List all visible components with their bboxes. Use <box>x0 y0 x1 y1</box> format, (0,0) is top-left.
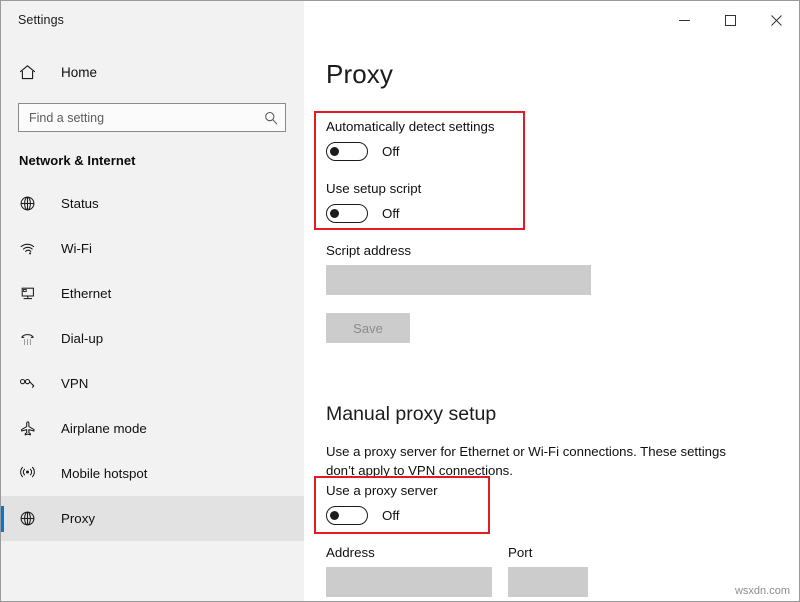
use-proxy-state: Off <box>382 508 400 523</box>
watermark: wsxdn.com <box>734 585 790 597</box>
ethernet-icon <box>19 285 41 302</box>
page-title: Proxy <box>326 59 393 89</box>
manual-proxy-section: Manual proxy setup Use a proxy server fo… <box>326 369 756 493</box>
setup-script-toggle-row: Off <box>326 204 421 223</box>
dialup-icon <box>19 330 41 347</box>
content-panel: Proxy Automatically detect settings Off … <box>304 39 799 601</box>
home-label: Home <box>61 64 98 80</box>
sidebar-item-airplane-mode[interactable]: Airplane mode <box>1 406 304 451</box>
search-icon[interactable] <box>264 111 278 125</box>
window-controls <box>304 1 799 39</box>
use-proxy-toggle[interactable] <box>326 506 368 525</box>
manual-proxy-heading: Manual proxy setup <box>326 403 497 425</box>
search-input[interactable] <box>29 110 264 125</box>
address-input[interactable] <box>326 567 492 597</box>
sidebar-nav-list: Status Wi-Fi Ethernet Dial-up VPN Airpla… <box>1 181 304 541</box>
auto-detect-label: Automatically detect settings <box>326 119 495 134</box>
settings-window: Settings Home Find a setting Network & I… <box>0 0 800 602</box>
toggle-knob <box>330 147 339 156</box>
script-address-input[interactable] <box>326 265 591 295</box>
port-label: Port <box>508 545 533 560</box>
auto-detect-toggle-row: Off <box>326 142 495 161</box>
port-group: Port <box>508 545 588 597</box>
sidebar-section-heading: Network & Internet <box>19 153 136 168</box>
search-box[interactable] <box>18 103 286 132</box>
sidebar-item-label: Status <box>61 196 99 211</box>
sidebar-item-label: Wi-Fi <box>61 241 93 256</box>
sidebar-item-label: Mobile hotspot <box>61 466 148 481</box>
sidebar-item-status[interactable]: Status <box>1 181 304 226</box>
save-button[interactable]: Save <box>326 313 410 343</box>
manual-proxy-description: Use a proxy server for Ethernet or Wi-Fi… <box>326 444 726 479</box>
sidebar-item-proxy[interactable]: Proxy <box>1 496 304 541</box>
sidebar: Home Network & Internet <box>1 39 304 601</box>
auto-detect-toggle[interactable] <box>326 142 368 161</box>
title-bar: Settings <box>1 1 799 39</box>
sidebar-item-dialup[interactable]: Dial-up <box>1 316 304 361</box>
sidebar-item-vpn[interactable]: VPN <box>1 361 304 406</box>
use-proxy-setting: Use a proxy server Off <box>326 483 438 525</box>
globe-status-icon <box>19 195 41 212</box>
setup-script-state: Off <box>382 206 400 221</box>
use-proxy-toggle-row: Off <box>326 506 438 525</box>
toggle-knob <box>330 511 339 520</box>
script-address-label: Script address <box>326 243 411 258</box>
wifi-icon <box>19 240 41 257</box>
home-icon <box>19 64 41 81</box>
sidebar-item-label: Airplane mode <box>61 421 147 436</box>
title-bar-left: Settings <box>1 1 304 39</box>
sidebar-item-label: Proxy <box>61 511 95 526</box>
hotspot-icon <box>19 465 41 482</box>
address-label: Address <box>326 545 375 560</box>
sidebar-item-label: Dial-up <box>61 331 104 346</box>
vpn-icon <box>19 375 41 392</box>
maximize-button[interactable] <box>707 1 753 39</box>
sidebar-item-label: Ethernet <box>61 286 112 301</box>
minimize-button[interactable] <box>661 1 707 39</box>
use-proxy-label: Use a proxy server <box>326 483 438 498</box>
address-group: Address <box>326 545 492 597</box>
airplane-icon <box>19 420 41 437</box>
sidebar-item-mobile-hotspot[interactable]: Mobile hotspot <box>1 451 304 496</box>
sidebar-item-ethernet[interactable]: Ethernet <box>1 271 304 316</box>
proxy-globe-icon <box>19 510 41 527</box>
app-title: Settings <box>18 13 64 27</box>
script-address-group: Script address Save <box>326 243 591 343</box>
sidebar-item-label: VPN <box>61 376 89 391</box>
port-input[interactable] <box>508 567 588 597</box>
setup-script-label: Use setup script <box>326 181 422 196</box>
sidebar-item-home[interactable]: Home <box>1 55 304 89</box>
toggle-knob <box>330 209 339 218</box>
auto-detect-setting: Automatically detect settings Off <box>326 119 495 161</box>
setup-script-setting: Use setup script Off <box>326 181 421 223</box>
sidebar-item-wifi[interactable]: Wi-Fi <box>1 226 304 271</box>
setup-script-toggle[interactable] <box>326 204 368 223</box>
close-button[interactable] <box>753 1 799 39</box>
auto-detect-state: Off <box>382 144 400 159</box>
